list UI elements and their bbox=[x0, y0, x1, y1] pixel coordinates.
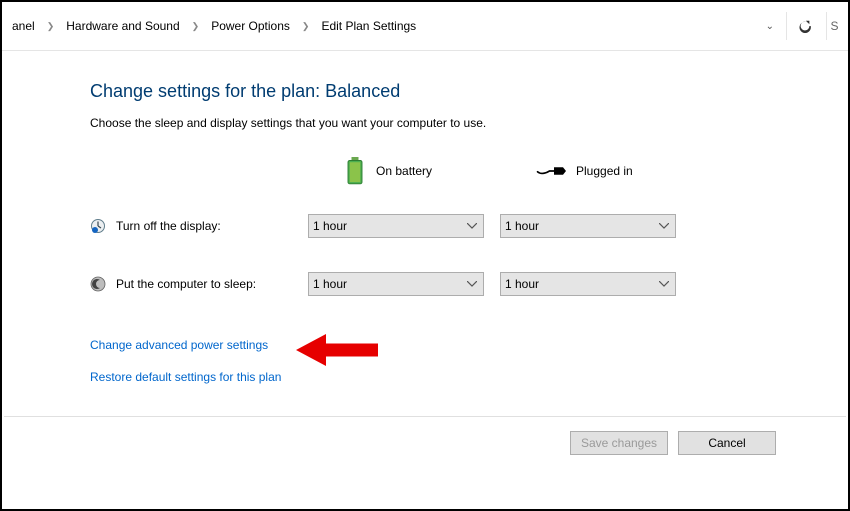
display-battery-select[interactable]: 1 hour bbox=[308, 214, 484, 238]
main-content: Change settings for the plan: Balanced C… bbox=[2, 51, 848, 384]
page-subtitle: Choose the sleep and display settings th… bbox=[90, 116, 848, 130]
column-header-plugged: Plugged in bbox=[500, 154, 688, 188]
row-turn-off-display: Turn off the display: bbox=[90, 206, 304, 246]
search-box[interactable]: S bbox=[826, 12, 842, 40]
refresh-icon bbox=[798, 19, 812, 33]
battery-icon bbox=[344, 157, 366, 185]
display-timer-icon bbox=[90, 218, 106, 234]
row-label: Turn off the display: bbox=[116, 219, 221, 233]
chevron-right-icon: ❯ bbox=[298, 21, 314, 32]
row-label: Put the computer to sleep: bbox=[116, 277, 256, 291]
change-advanced-link[interactable]: Change advanced power settings bbox=[90, 338, 268, 352]
chevron-right-icon: ❯ bbox=[188, 21, 204, 32]
save-button[interactable]: Save changes bbox=[570, 431, 668, 455]
column-header-battery: On battery bbox=[308, 154, 496, 188]
restore-defaults-link[interactable]: Restore default settings for this plan bbox=[90, 370, 281, 384]
chevron-right-icon: ❯ bbox=[43, 21, 59, 32]
links-section: Change advanced power settings Restore d… bbox=[90, 338, 848, 384]
cancel-button[interactable]: Cancel bbox=[678, 431, 776, 455]
sleep-icon bbox=[90, 276, 106, 292]
display-plugged-select[interactable]: 1 hour bbox=[500, 214, 676, 238]
plug-icon bbox=[536, 164, 566, 178]
breadcrumb-item[interactable]: Power Options bbox=[207, 17, 294, 35]
breadcrumb-item[interactable]: Hardware and Sound bbox=[62, 17, 183, 35]
history-dropdown[interactable]: ⌄ bbox=[758, 21, 782, 32]
footer-buttons: Save changes Cancel bbox=[4, 416, 846, 455]
breadcrumb-item[interactable]: Edit Plan Settings bbox=[317, 17, 420, 35]
sleep-battery-select[interactable]: 1 hour bbox=[308, 272, 484, 296]
refresh-button[interactable] bbox=[786, 12, 822, 40]
page-title: Change settings for the plan: Balanced bbox=[90, 81, 848, 102]
breadcrumb-item[interactable]: anel bbox=[8, 17, 39, 35]
column-label: Plugged in bbox=[576, 164, 633, 178]
sleep-plugged-select[interactable]: 1 hour bbox=[500, 272, 676, 296]
column-label: On battery bbox=[376, 164, 432, 178]
row-sleep: Put the computer to sleep: bbox=[90, 264, 304, 304]
breadcrumb-bar: anel ❯ Hardware and Sound ❯ Power Option… bbox=[2, 2, 848, 51]
